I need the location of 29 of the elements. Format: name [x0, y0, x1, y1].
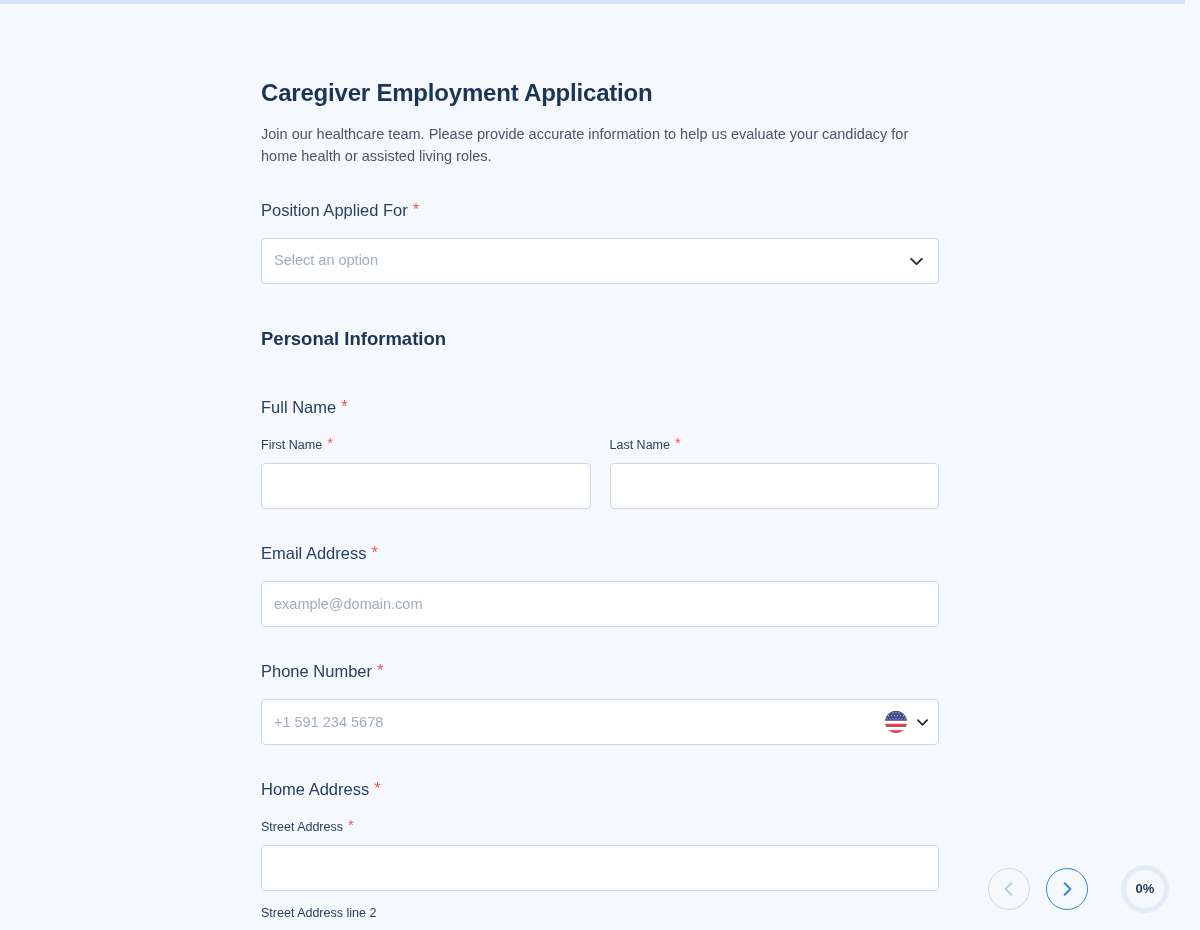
required-asterisk: *: [341, 396, 348, 417]
required-asterisk: *: [377, 660, 384, 681]
field-label: Position Applied For: [261, 200, 408, 221]
field-label: Street Address: [261, 819, 343, 836]
section-heading: Personal Information: [261, 327, 448, 351]
required-asterisk: *: [412, 199, 420, 220]
field-label: Full Name: [261, 397, 337, 418]
email-field[interactable]: example@domain.com: [261, 581, 939, 627]
form-title: Caregiver Employment Application: [261, 78, 654, 108]
field-label: Email Address: [261, 543, 367, 564]
form-description: Join our healthcare team. Please provide accurate information to help us evaluate your candidacy for home health or assisted living roles.: [261, 125, 910, 166]
required-asterisk: *: [374, 778, 381, 799]
country-picker[interactable]: [885, 711, 929, 733]
required-asterisk: *: [348, 818, 354, 832]
field-label: Street Address line 2: [261, 905, 377, 922]
field-label: Last Name: [609, 437, 670, 454]
text-field[interactable]: [261, 463, 591, 509]
required-asterisk: *: [371, 542, 378, 563]
field-label: Phone Number: [261, 661, 372, 682]
text-field[interactable]: [261, 845, 939, 891]
us-flag-icon: [885, 711, 907, 733]
required-asterisk: *: [674, 436, 681, 450]
progress-percent: 0%: [1135, 880, 1155, 899]
required-asterisk: *: [327, 436, 333, 450]
text-field[interactable]: [609, 463, 939, 509]
position-select[interactable]: Select an option: [261, 238, 939, 284]
field-label: Home Address: [261, 779, 370, 800]
phone-field[interactable]: +1 591 234 5678: [261, 699, 939, 745]
field-label: First Name: [261, 437, 323, 454]
